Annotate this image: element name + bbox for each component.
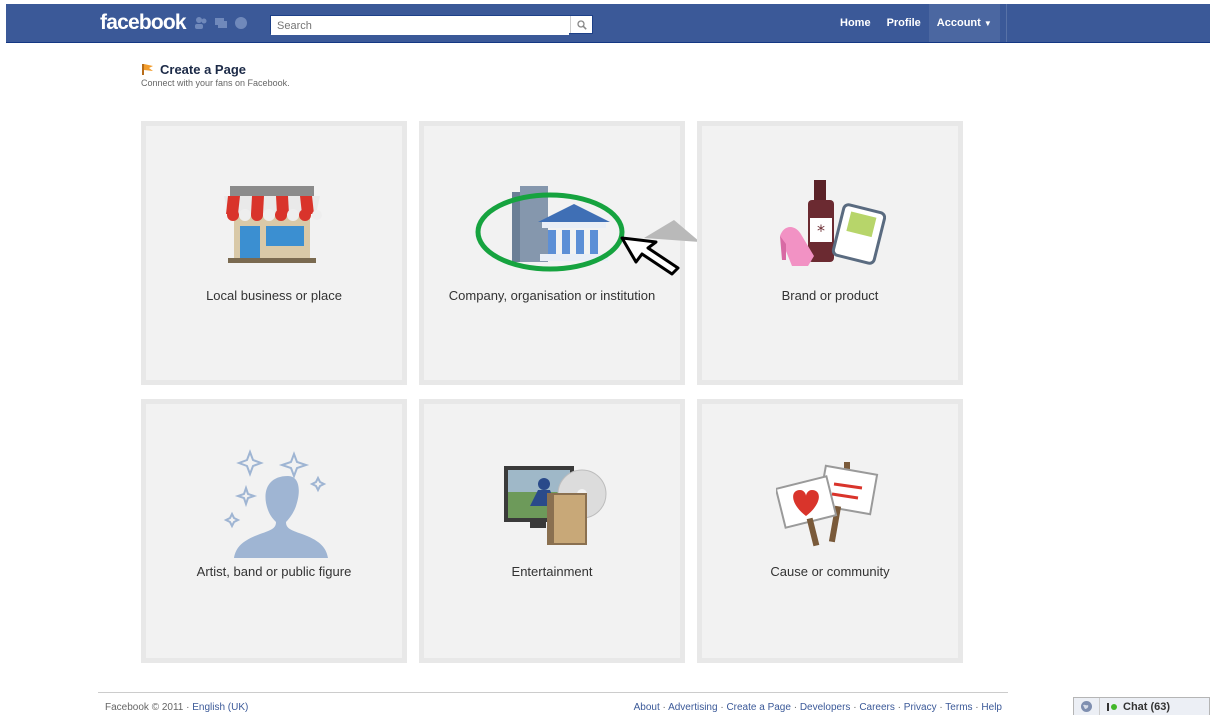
footer-link-about[interactable]: About [634, 702, 660, 713]
page-title: Create a Page [160, 62, 246, 77]
search-icon [576, 19, 587, 30]
footer-link-terms[interactable]: Terms [945, 702, 972, 713]
nav-home-link[interactable]: Home [832, 4, 879, 42]
category-label: Company, organisation or institution [448, 288, 656, 303]
copyright-text: Facebook © 2011 · [105, 702, 190, 713]
footer-link-careers[interactable]: Careers [859, 702, 895, 713]
flag-icon [142, 64, 153, 75]
storefront-icon [224, 186, 322, 263]
category-tile-brand[interactable]: * Brand or product [697, 121, 963, 385]
category-label: Entertainment [511, 564, 593, 579]
nav-profile-link[interactable]: Profile [879, 4, 929, 42]
friend-requests-icon[interactable] [194, 16, 208, 30]
top-nav: Home Profile Account ▼ [832, 4, 1000, 42]
category-label: Artist, band or public figure [196, 564, 352, 579]
entertainment-media-icon [504, 466, 607, 545]
messages-icon[interactable] [214, 16, 228, 30]
account-label: Account [936, 17, 981, 29]
nav-divider [1006, 4, 1007, 42]
footer-link-advertising[interactable]: Advertising [668, 702, 717, 713]
category-tile-cause[interactable]: Cause or community [697, 399, 963, 663]
page-title-row: Create a Page [141, 62, 290, 77]
chat-options-button[interactable] [1074, 698, 1100, 715]
search-button[interactable] [570, 16, 592, 33]
cursor-arrow-icon [620, 220, 700, 276]
blue-header: facebook Home Profile Account ▼ [6, 4, 1210, 43]
chat-label: Chat (63) [1123, 700, 1171, 713]
protest-signs-icon [776, 462, 879, 547]
online-friends-icon [1107, 702, 1117, 711]
language-link[interactable]: English (UK) [192, 702, 248, 713]
svg-text:*: * [817, 221, 825, 240]
facebook-logo[interactable]: facebook [100, 11, 187, 35]
chat-button[interactable]: Chat (63) [1100, 701, 1170, 713]
notification-jewels [194, 16, 248, 30]
page-header: Create a Page Connect with your fans on … [141, 62, 290, 88]
public-figure-silhouette-icon [223, 449, 328, 558]
chevron-down-icon: ▼ [983, 18, 992, 28]
footer-links: About · Advertising · Create a Page · De… [633, 702, 1002, 713]
nav-account-menu[interactable]: Account ▼ [928, 4, 1000, 42]
category-tile-local-business[interactable]: Local business or place [141, 121, 407, 385]
category-tile-artist[interactable]: Artist, band or public figure [141, 399, 407, 663]
notifications-globe-icon[interactable] [234, 16, 248, 30]
category-tile-company[interactable]: Company, organisation or institution [419, 121, 700, 385]
footer-link-create-page[interactable]: Create a Page [726, 702, 791, 713]
page-subtitle: Connect with your fans on Facebook. [141, 78, 290, 88]
search-input[interactable] [271, 17, 569, 35]
category-tile-entertainment[interactable]: Entertainment [419, 399, 685, 663]
brand-products-icon: * [780, 180, 886, 266]
footer: Facebook © 2011 · English (UK) About · A… [98, 692, 1008, 715]
category-label: Brand or product [781, 288, 879, 303]
footer-link-help[interactable]: Help [981, 702, 1002, 713]
highlight-circle-annotation [475, 192, 625, 272]
category-label: Local business or place [206, 288, 342, 303]
footer-link-developers[interactable]: Developers [800, 702, 851, 713]
search-box [270, 15, 593, 35]
footer-left: Facebook © 2011 · English (UK) [105, 702, 248, 713]
top-bar: facebook Home Profile Account ▼ [0, 0, 1210, 43]
category-label: Cause or community [770, 564, 890, 579]
footer-link-privacy[interactable]: Privacy [904, 702, 937, 713]
chat-bar: Chat (63) [1073, 697, 1210, 715]
globe-icon [1081, 701, 1092, 712]
